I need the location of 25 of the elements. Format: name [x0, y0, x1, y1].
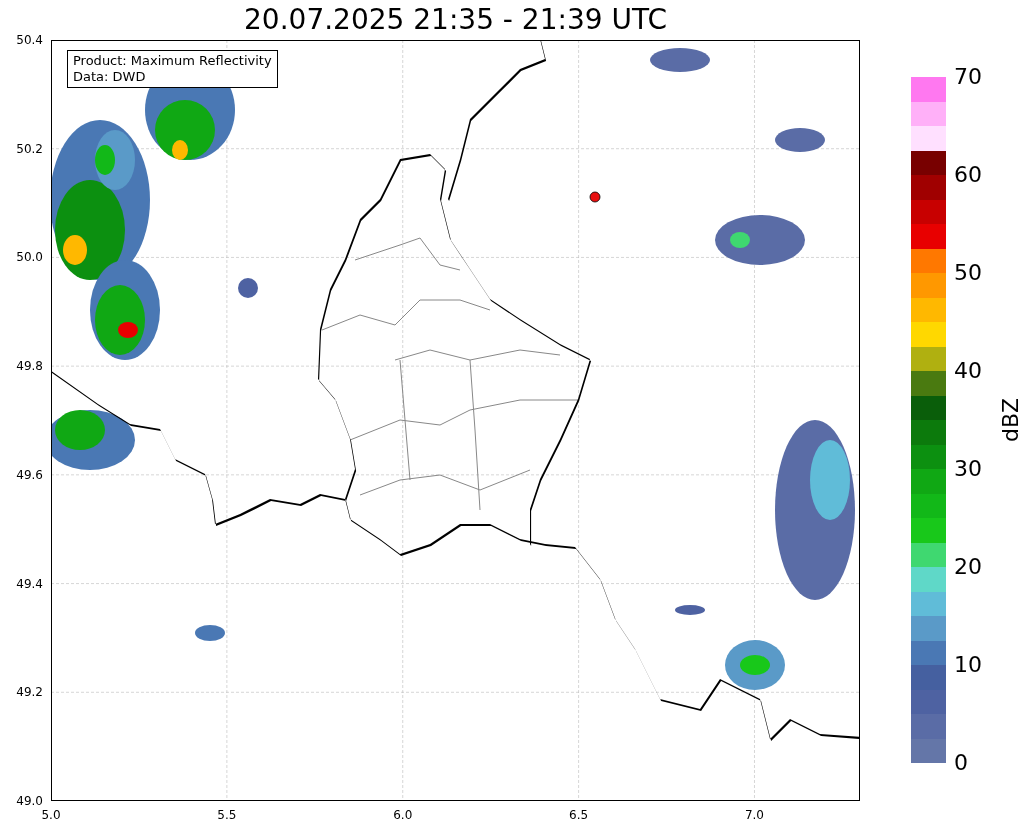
y-tick-label: 49.4	[16, 577, 43, 590]
y-tick-label: 50.0	[16, 251, 43, 264]
chart-title: 20.07.2025 21:35 - 21:39 UTC	[244, 6, 667, 34]
colorbar-tick-label: 30	[954, 458, 982, 480]
y-tick-label: 50.4	[16, 34, 43, 46]
y-tick-label: 50.2	[16, 142, 43, 155]
colorbar-tick-label: 50	[954, 262, 982, 284]
colorbar-label: dBZ	[1000, 397, 1022, 443]
x-tick-label: 5.0	[40, 809, 62, 821]
y-tick-label: 49.2	[16, 686, 43, 699]
x-tick-label: 6.0	[392, 809, 414, 821]
x-tick-label: 6.5	[568, 809, 590, 821]
colorbar-tick-label: 0	[954, 752, 968, 774]
x-tick-label: 7.0	[743, 809, 765, 821]
colorbar-tick-label: 20	[954, 556, 982, 578]
legend-text: Product: Maximum Reflectivity	[73, 53, 272, 69]
y-tick-label: 49.8	[16, 360, 43, 373]
y-tick-label: 49.6	[16, 468, 43, 481]
y-tick-label: 49.0	[16, 795, 43, 807]
x-tick-label: 5.5	[216, 809, 238, 821]
colorbar-tick-label: 70	[954, 66, 982, 88]
colorbar-tick-label: 10	[954, 654, 982, 676]
colorbar-tick-label: 60	[954, 164, 982, 186]
colorbar-tick-label: 40	[954, 360, 982, 382]
legend-text: Data: DWD	[73, 69, 147, 85]
